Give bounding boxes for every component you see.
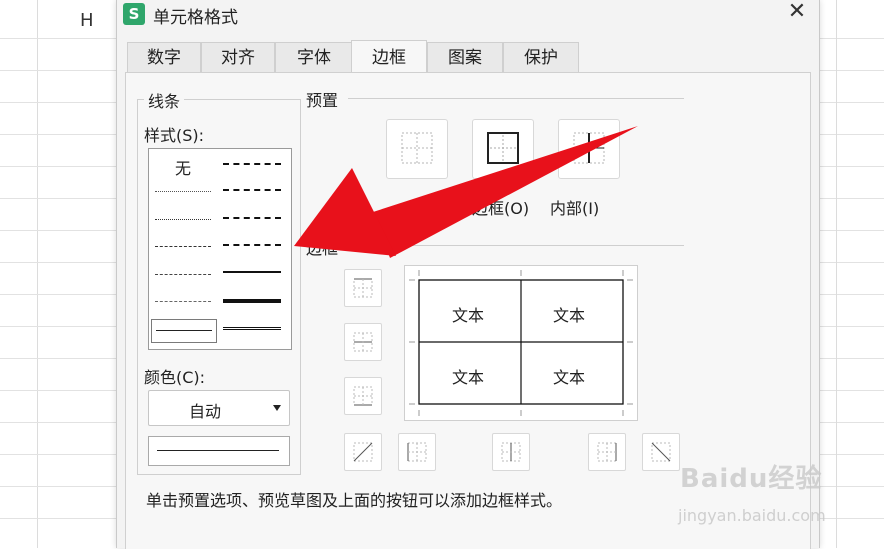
baidu-watermark-url: jingyan.baidu.com — [678, 506, 826, 525]
arrow-shaft — [373, 126, 638, 258]
baidu-watermark: Baidu经验 — [680, 464, 823, 494]
